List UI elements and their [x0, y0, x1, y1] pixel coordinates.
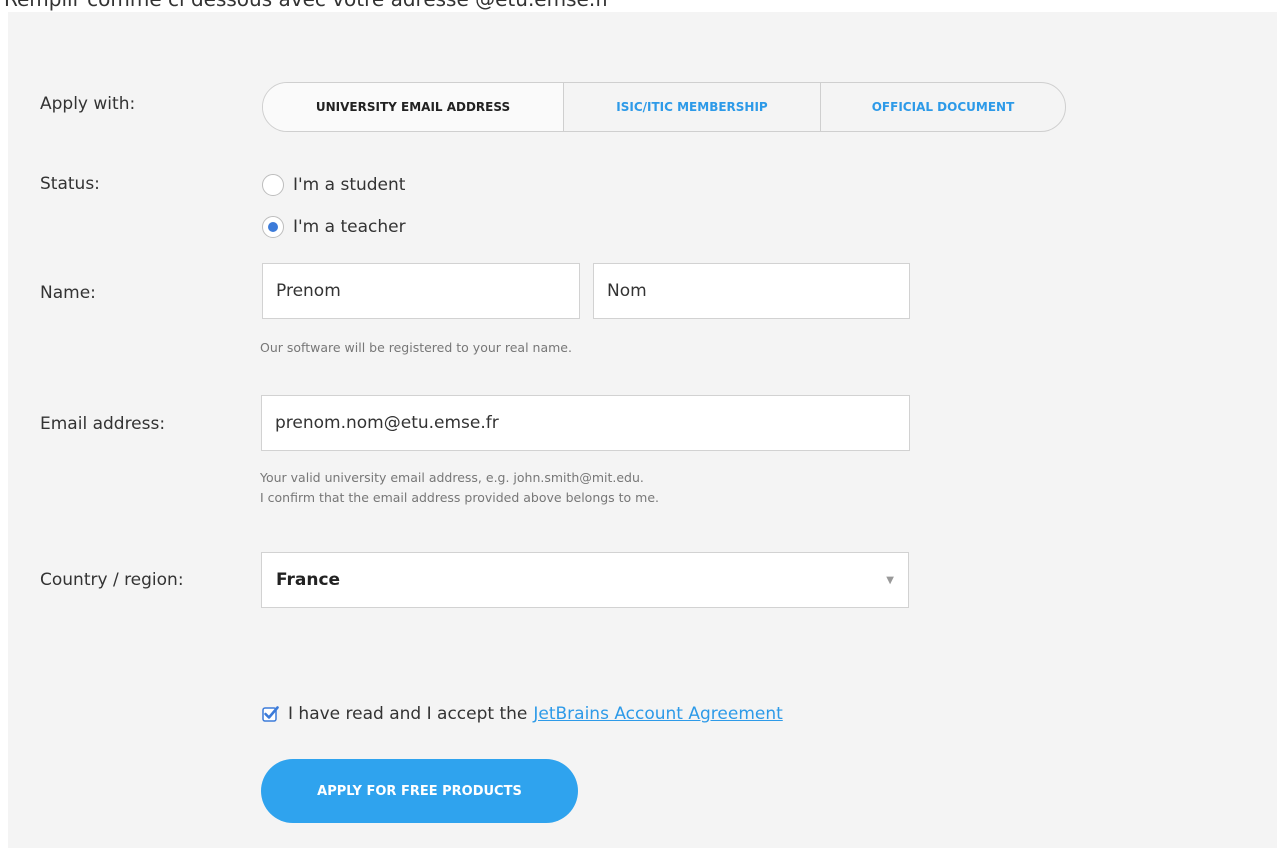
tab-isic-itic-membership[interactable]: ISIC/ITIC MEMBERSHIP	[563, 83, 820, 131]
first-name-input[interactable]: Prenom	[262, 263, 580, 319]
agreement-checkbox[interactable]	[262, 705, 280, 723]
radio-checked-icon[interactable]	[262, 216, 284, 238]
radio-student-label: I'm a student	[293, 175, 406, 195]
radio-student[interactable]: I'm a student	[262, 174, 405, 196]
country-label: Country / region:	[40, 570, 184, 590]
status-label: Status:	[40, 174, 100, 194]
radio-teacher[interactable]: I'm a teacher	[262, 216, 406, 238]
name-label: Name:	[40, 283, 96, 303]
agreement-text: I have read and I accept the	[288, 704, 528, 724]
chevron-down-icon[interactable]: ▼	[886, 575, 894, 586]
agreement-row: I have read and I accept the JetBrains A…	[262, 704, 783, 724]
radio-unchecked-icon[interactable]	[262, 174, 284, 196]
apply-method-segmented-control: UNIVERSITY EMAIL ADDRESS ISIC/ITIC MEMBE…	[262, 82, 1066, 132]
radio-teacher-label: I'm a teacher	[293, 217, 406, 237]
apply-for-free-products-button[interactable]: APPLY FOR FREE PRODUCTS	[261, 759, 578, 823]
name-hint: Our software will be registered to your …	[260, 340, 572, 355]
instruction-text: Remplir comme ci dessous avec votre adre…	[4, 0, 610, 11]
email-hint-line2: I confirm that the email address provide…	[260, 490, 660, 505]
agreement-link[interactable]: JetBrains Account Agreement	[533, 704, 782, 724]
last-name-input[interactable]: Nom	[593, 263, 910, 319]
country-select[interactable]: France ▼	[261, 552, 909, 608]
checkbox-checked-icon	[262, 706, 279, 722]
apply-with-label: Apply with:	[40, 94, 136, 114]
tab-university-email[interactable]: UNIVERSITY EMAIL ADDRESS	[263, 83, 563, 131]
email-input[interactable]: prenom.nom@etu.emse.fr	[261, 395, 910, 451]
tab-official-document[interactable]: OFFICIAL DOCUMENT	[820, 83, 1065, 131]
email-hint-line1: Your valid university email address, e.g…	[260, 470, 644, 485]
application-form: Apply with: UNIVERSITY EMAIL ADDRESS ISI…	[8, 12, 1277, 848]
country-select-value: France	[276, 570, 341, 590]
email-label: Email address:	[40, 414, 166, 434]
